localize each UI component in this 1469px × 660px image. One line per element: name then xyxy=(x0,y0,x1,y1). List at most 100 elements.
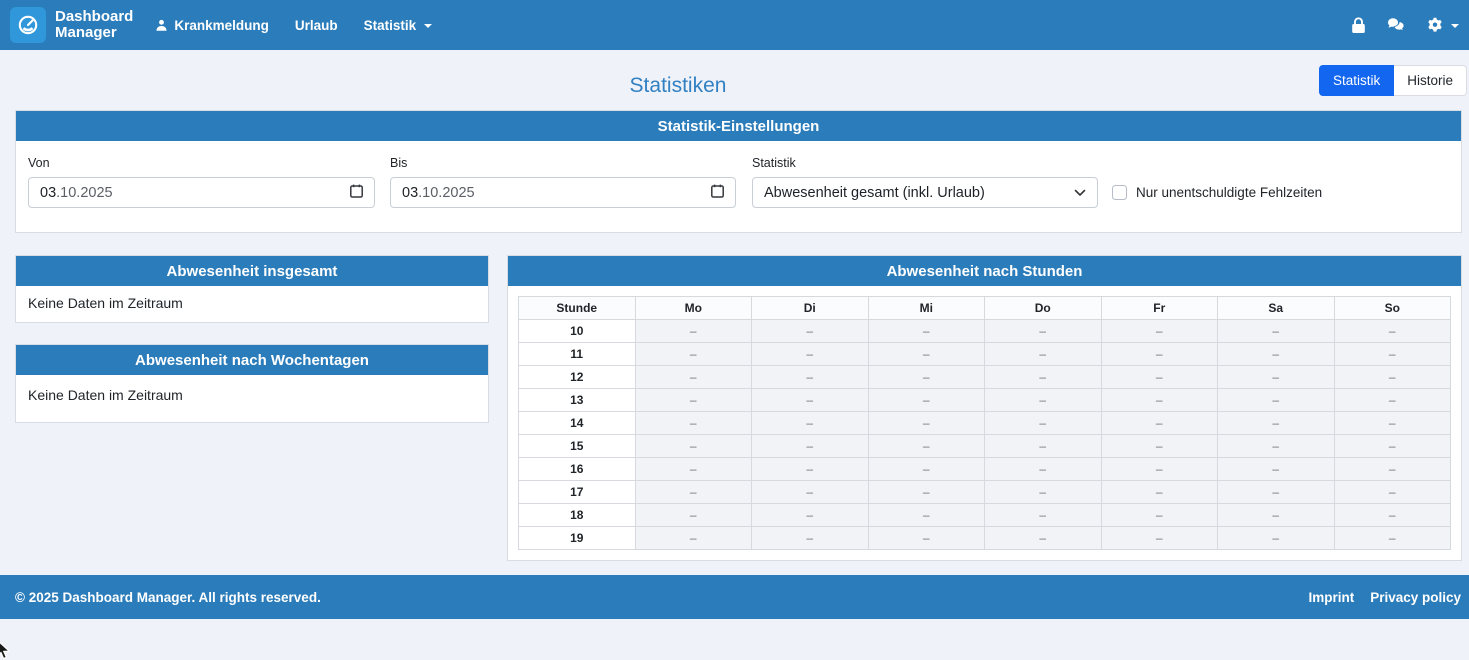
value-cell: – xyxy=(1218,412,1335,435)
footer-links: Imprint Privacy policy xyxy=(1308,590,1461,605)
page-header: Statistiken Statistik Historie xyxy=(0,63,1469,109)
left-column: Abwesenheit insgesamt Keine Daten im Zei… xyxy=(15,255,489,423)
unexcused-checkbox-label[interactable]: Nur unentschuldigte Fehlzeiten xyxy=(1136,185,1322,200)
value-cell: – xyxy=(985,389,1102,412)
value-cell: – xyxy=(1334,320,1451,343)
value-cell: – xyxy=(1334,366,1451,389)
content-area: Abwesenheit insgesamt Keine Daten im Zei… xyxy=(15,255,1462,561)
value-cell: – xyxy=(1218,389,1335,412)
table-row: 14––––––– xyxy=(519,412,1451,435)
table-row: 10––––––– xyxy=(519,320,1451,343)
value-cell: – xyxy=(868,458,985,481)
column-header: Do xyxy=(985,297,1102,320)
value-cell: – xyxy=(985,366,1102,389)
weekday-absence-panel: Abwesenheit nach Wochentagen Keine Daten… xyxy=(15,344,489,423)
bis-field-group: Bis 03.10.2025 xyxy=(390,156,736,208)
unexcused-checkbox[interactable] xyxy=(1112,185,1127,200)
value-cell: – xyxy=(752,481,869,504)
table-row: 19––––––– xyxy=(519,527,1451,550)
value-cell: – xyxy=(752,527,869,550)
table-row: 17––––––– xyxy=(519,481,1451,504)
value-cell: – xyxy=(752,504,869,527)
value-cell: – xyxy=(1334,481,1451,504)
value-cell: – xyxy=(1101,504,1218,527)
value-cell: – xyxy=(635,389,752,412)
value-cell: – xyxy=(1101,389,1218,412)
value-cell: – xyxy=(1334,527,1451,550)
navbar: Dashboard Manager Krankmeldung Urlaub St… xyxy=(0,0,1469,50)
value-cell: – xyxy=(1334,435,1451,458)
navbar-right-icons xyxy=(1351,17,1459,34)
bis-date-input[interactable]: 03.10.2025 xyxy=(390,177,736,208)
value-cell: – xyxy=(1218,458,1335,481)
value-cell: – xyxy=(1218,366,1335,389)
toggle-statistik-button[interactable]: Statistik xyxy=(1319,65,1394,96)
value-cell: – xyxy=(868,343,985,366)
hour-cell: 11 xyxy=(519,343,636,366)
table-row: 12––––––– xyxy=(519,366,1451,389)
value-cell: – xyxy=(868,504,985,527)
chevron-down-icon xyxy=(1451,24,1459,28)
value-cell: – xyxy=(985,343,1102,366)
column-header: Mo xyxy=(635,297,752,320)
value-cell: – xyxy=(1218,504,1335,527)
statistik-select[interactable]: Abwesenheit gesamt (inkl. Urlaub) xyxy=(752,177,1098,208)
hour-cell: 19 xyxy=(519,527,636,550)
von-field-group: Von 03.10.2025 xyxy=(28,156,375,208)
value-cell: – xyxy=(1101,412,1218,435)
column-header: So xyxy=(1334,297,1451,320)
column-header: Sa xyxy=(1218,297,1335,320)
hours-table-header-row: StundeMoDiMiDoFrSaSo xyxy=(519,297,1451,320)
calendar-icon[interactable] xyxy=(711,184,724,202)
value-cell: – xyxy=(1218,435,1335,458)
hours-table-body: 10–––––––11–––––––12–––––––13–––––––14––… xyxy=(519,320,1451,550)
nav-item-krankmeldung[interactable]: Krankmeldung xyxy=(155,18,269,33)
value-cell: – xyxy=(868,320,985,343)
nav-item-urlaub[interactable]: Urlaub xyxy=(295,18,338,33)
hour-cell: 14 xyxy=(519,412,636,435)
imprint-link[interactable]: Imprint xyxy=(1308,590,1354,605)
value-cell: – xyxy=(1101,343,1218,366)
lock-icon[interactable] xyxy=(1351,17,1366,34)
value-cell: – xyxy=(1101,481,1218,504)
value-cell: – xyxy=(1334,412,1451,435)
value-cell: – xyxy=(1101,458,1218,481)
von-date-value-rest: .10.2025 xyxy=(56,185,112,201)
settings-panel-header: Statistik-Einstellungen xyxy=(16,111,1461,141)
value-cell: – xyxy=(1101,366,1218,389)
column-header: Mi xyxy=(868,297,985,320)
mouse-cursor xyxy=(0,639,13,660)
chat-icon[interactable] xyxy=(1387,17,1406,33)
value-cell: – xyxy=(1218,343,1335,366)
column-header: Di xyxy=(752,297,869,320)
hours-table: StundeMoDiMiDoFrSaSo 10–––––––11–––––––1… xyxy=(518,296,1451,550)
brand-name: Dashboard Manager xyxy=(55,9,133,41)
hour-cell: 12 xyxy=(519,366,636,389)
nav-item-statistik-dropdown[interactable]: Statistik xyxy=(364,18,433,33)
table-row: 13––––––– xyxy=(519,389,1451,412)
column-header: Stunde xyxy=(519,297,636,320)
value-cell: – xyxy=(985,435,1102,458)
hour-cell: 17 xyxy=(519,481,636,504)
value-cell: – xyxy=(985,481,1102,504)
toggle-historie-button[interactable]: Historie xyxy=(1394,65,1467,96)
hours-absence-panel: Abwesenheit nach Stunden StundeMoDiMiDoF… xyxy=(507,255,1462,561)
value-cell: – xyxy=(1101,320,1218,343)
privacy-policy-link[interactable]: Privacy policy xyxy=(1370,590,1461,605)
gear-icon[interactable] xyxy=(1427,17,1443,33)
von-date-input[interactable]: 03.10.2025 xyxy=(28,177,375,208)
von-date-value-day: 03 xyxy=(40,185,56,201)
chevron-down-icon xyxy=(424,24,432,28)
value-cell: – xyxy=(985,320,1102,343)
value-cell: – xyxy=(752,435,869,458)
bis-label: Bis xyxy=(390,156,736,170)
brand[interactable]: Dashboard Manager xyxy=(10,7,133,43)
calendar-icon[interactable] xyxy=(350,184,363,202)
chevron-down-icon xyxy=(1074,185,1086,201)
value-cell: – xyxy=(635,412,752,435)
statistik-field-group: Statistik Abwesenheit gesamt (inkl. Urla… xyxy=(752,156,1098,208)
nav-item-label: Krankmeldung xyxy=(174,18,269,33)
value-cell: – xyxy=(1334,458,1451,481)
hour-cell: 13 xyxy=(519,389,636,412)
value-cell: – xyxy=(635,435,752,458)
